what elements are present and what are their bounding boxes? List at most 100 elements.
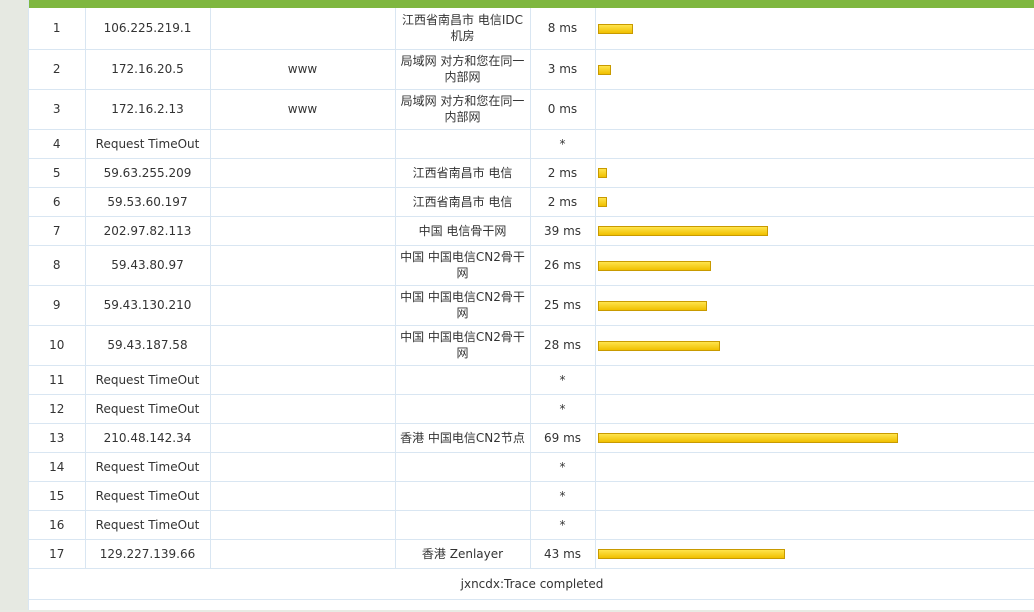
hostname <box>210 8 396 50</box>
ip-address: 59.63.255.209 <box>85 158 211 188</box>
hostname <box>210 216 396 246</box>
hostname <box>210 394 396 424</box>
top-bar <box>29 0 1034 8</box>
ip-address: Request TimeOut <box>85 452 211 482</box>
hop-number: 16 <box>29 510 86 540</box>
hostname <box>210 365 396 395</box>
response-time: 26 ms <box>530 245 596 286</box>
hop-number: 14 <box>29 452 86 482</box>
ip-address: 210.48.142.34 <box>85 423 211 453</box>
response-time: * <box>530 129 596 159</box>
table-row: 16 Request TimeOut * <box>29 510 1034 540</box>
table-row: 3 172.16.2.13 www 局域网 对方和您在同一内部网 0 ms <box>29 89 1034 130</box>
table-row: 17 129.227.139.66 香港 Zenlayer 43 ms <box>29 539 1034 569</box>
hop-number: 1 <box>29 8 86 50</box>
latency-bar-cell <box>595 539 1034 569</box>
latency-bar <box>597 340 720 351</box>
hostname <box>210 452 396 482</box>
response-time: 3 ms <box>530 49 596 90</box>
response-time: 69 ms <box>530 423 596 453</box>
hostname <box>210 285 396 326</box>
ip-address: 59.53.60.197 <box>85 187 211 217</box>
latency-bar <box>597 197 607 207</box>
latency-bar-cell <box>595 129 1034 159</box>
location: 局域网 对方和您在同一内部网 <box>395 49 531 90</box>
ip-address: 59.43.187.58 <box>85 325 211 366</box>
latency-bar-cell <box>595 89 1034 130</box>
table-row: 10 59.43.187.58 中国 中国电信CN2骨干网 28 ms <box>29 325 1034 366</box>
ip-address: 202.97.82.113 <box>85 216 211 246</box>
response-time: 25 ms <box>530 285 596 326</box>
latency-bar-cell <box>595 245 1034 286</box>
response-time: 8 ms <box>530 8 596 50</box>
hop-number: 9 <box>29 285 86 326</box>
response-time: * <box>530 452 596 482</box>
hop-number: 6 <box>29 187 86 217</box>
response-time: 2 ms <box>530 187 596 217</box>
table-row: 1 106.225.219.1 江西省南昌市 电信IDC机房 8 ms <box>29 8 1034 50</box>
hostname: www <box>210 49 396 90</box>
latency-bar-cell <box>595 510 1034 540</box>
location <box>395 481 531 511</box>
table-row: 5 59.63.255.209 江西省南昌市 电信 2 ms <box>29 158 1034 188</box>
ip-address: Request TimeOut <box>85 394 211 424</box>
ip-address: 172.16.2.13 <box>85 89 211 130</box>
left-strip <box>0 0 28 610</box>
hop-number: 17 <box>29 539 86 569</box>
latency-bar <box>597 300 707 311</box>
table-row: 11 Request TimeOut * <box>29 365 1034 395</box>
hop-number: 5 <box>29 158 86 188</box>
response-time: * <box>530 510 596 540</box>
latency-bar-cell <box>595 216 1034 246</box>
table-row: 4 Request TimeOut * <box>29 129 1034 159</box>
table-row: 13 210.48.142.34 香港 中国电信CN2节点 69 ms <box>29 423 1034 453</box>
response-time: 0 ms <box>530 89 596 130</box>
hop-number: 13 <box>29 423 86 453</box>
hostname <box>210 539 396 569</box>
location <box>395 365 531 395</box>
hostname <box>210 423 396 453</box>
latency-bar-cell <box>595 285 1034 326</box>
ip-address: 59.43.130.210 <box>85 285 211 326</box>
ip-address: Request TimeOut <box>85 481 211 511</box>
location <box>395 452 531 482</box>
table-row: 7 202.97.82.113 中国 电信骨干网 39 ms <box>29 216 1034 246</box>
hostname: www <box>210 89 396 130</box>
location: 中国 中国电信CN2骨干网 <box>395 285 531 326</box>
trace-status: jxncdx:Trace completed <box>29 569 1034 600</box>
traceroute-table: 1 106.225.219.1 江西省南昌市 电信IDC机房 8 ms 2 172.16.… <box>29 8 1034 569</box>
hop-number: 15 <box>29 481 86 511</box>
location: 中国 中国电信CN2骨干网 <box>395 325 531 366</box>
response-time: 28 ms <box>530 325 596 366</box>
hop-number: 4 <box>29 129 86 159</box>
latency-bar-cell <box>595 394 1034 424</box>
hostname <box>210 510 396 540</box>
location <box>395 129 531 159</box>
latency-bar <box>597 23 633 34</box>
hop-number: 7 <box>29 216 86 246</box>
location: 局域网 对方和您在同一内部网 <box>395 89 531 130</box>
latency-bar-cell <box>595 481 1034 511</box>
ip-address: 106.225.219.1 <box>85 8 211 50</box>
location: 香港 中国电信CN2节点 <box>395 423 531 453</box>
ip-address: 129.227.139.66 <box>85 539 211 569</box>
hop-number: 8 <box>29 245 86 286</box>
location: 香港 Zenlayer <box>395 539 531 569</box>
hop-number: 2 <box>29 49 86 90</box>
ip-address: Request TimeOut <box>85 129 211 159</box>
location: 江西省南昌市 电信 <box>395 187 531 217</box>
hostname <box>210 129 396 159</box>
latency-bar-cell <box>595 365 1034 395</box>
location: 江西省南昌市 电信IDC机房 <box>395 8 531 50</box>
hop-number: 3 <box>29 89 86 130</box>
latency-bar-cell <box>595 325 1034 366</box>
response-time: * <box>530 481 596 511</box>
latency-bar <box>597 226 768 236</box>
latency-bar-cell <box>595 158 1034 188</box>
latency-bar <box>597 549 785 559</box>
ip-address: 172.16.20.5 <box>85 49 211 90</box>
ip-address: 59.43.80.97 <box>85 245 211 286</box>
table-row: 12 Request TimeOut * <box>29 394 1034 424</box>
latency-bar <box>597 260 711 271</box>
hostname <box>210 481 396 511</box>
